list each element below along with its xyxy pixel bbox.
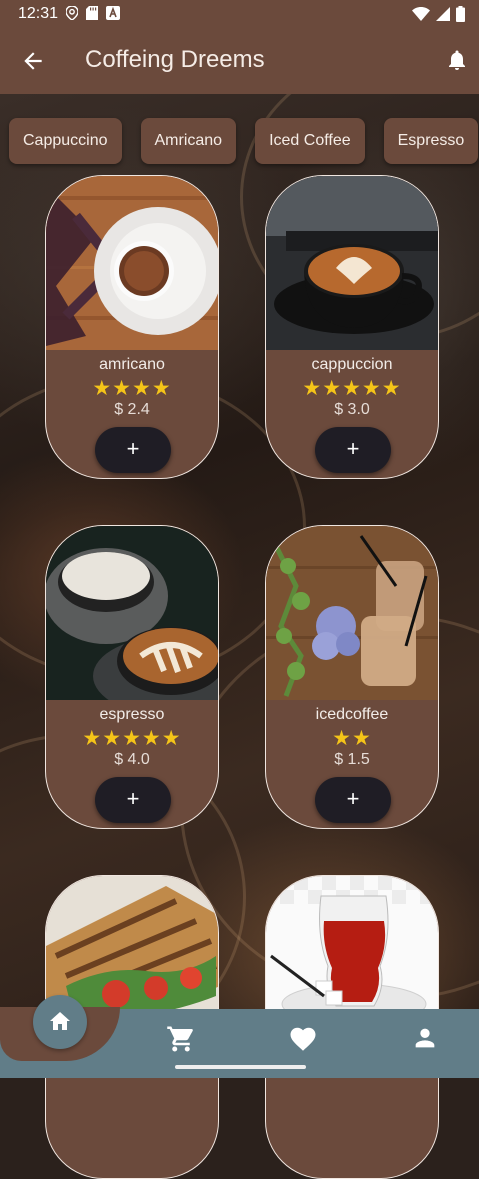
notification-bell-icon[interactable] — [445, 47, 469, 73]
product-name: amricano — [99, 356, 165, 373]
product-name: espresso — [99, 706, 165, 723]
signal-icon — [436, 7, 450, 21]
status-time: 12:31 — [18, 5, 59, 22]
wifi-icon — [412, 7, 430, 21]
home-icon — [50, 1012, 70, 1030]
product-image — [46, 526, 218, 700]
category-chips: Cappuccino Amricano Iced Coffee Espresso — [9, 118, 479, 164]
app-bar: Coffeing Dreems — [0, 28, 479, 94]
rating-stars: ★★★★★ — [302, 377, 402, 400]
user-icon[interactable] — [411, 1024, 439, 1052]
page-title: Coffeing Dreems — [85, 46, 265, 73]
product-price: $ 3.0 — [334, 401, 370, 418]
product-card[interactable]: cappuccion ★★★★★ $ 3.0 + — [265, 175, 439, 479]
nav-home-button[interactable] — [33, 995, 87, 1049]
rating-stars: ★★★★ — [92, 377, 172, 400]
heart-icon[interactable] — [288, 1024, 318, 1054]
rating-stars: ★★★★★ — [82, 727, 182, 750]
product-card[interactable]: espresso ★★★★★ $ 4.0 + — [45, 525, 219, 829]
product-name: cappuccion — [311, 356, 393, 373]
product-image — [46, 176, 218, 350]
bottom-navigation — [0, 995, 479, 1078]
category-chip[interactable]: Cappuccino — [9, 118, 122, 164]
add-to-cart-button[interactable]: + — [315, 777, 391, 823]
sd-card-icon — [86, 6, 98, 20]
product-image — [266, 526, 438, 700]
battery-icon — [456, 6, 465, 22]
product-price: $ 4.0 — [114, 751, 150, 768]
product-price: $ 2.4 — [114, 401, 150, 418]
add-to-cart-button[interactable]: + — [95, 427, 171, 473]
product-price: $ 1.5 — [334, 751, 370, 768]
rating-stars: ★★ — [332, 727, 372, 750]
add-to-cart-button[interactable]: + — [95, 777, 171, 823]
add-to-cart-button[interactable]: + — [315, 427, 391, 473]
category-chip[interactable]: Espresso — [383, 118, 479, 164]
status-bar: 12:31 — [0, 0, 479, 28]
product-image — [266, 176, 438, 350]
product-card[interactable]: amricano ★★★★ $ 2.4 + — [45, 175, 219, 479]
category-chip[interactable]: Iced Coffee — [255, 118, 365, 164]
product-name: icedcoffee — [315, 706, 389, 723]
gesture-bar — [175, 1065, 306, 1069]
back-arrow-icon[interactable] — [20, 48, 46, 74]
category-chip[interactable]: Amricano — [140, 118, 237, 164]
product-card[interactable]: icedcoffee ★★ $ 1.5 + — [265, 525, 439, 829]
location-icon — [66, 6, 78, 20]
cart-icon[interactable] — [166, 1024, 196, 1054]
app-a-icon — [106, 6, 120, 20]
